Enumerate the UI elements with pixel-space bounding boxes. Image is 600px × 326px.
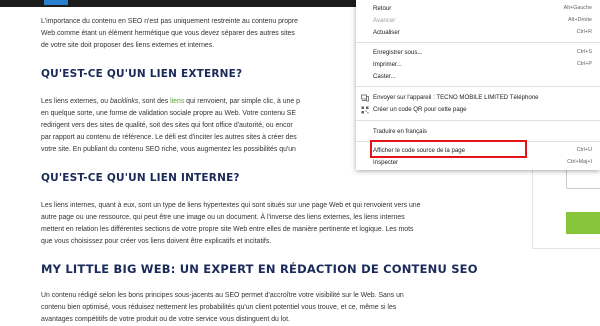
menu-item-shortcut: Ctrl+S xyxy=(576,49,592,55)
menu-separator xyxy=(356,42,600,43)
menu-item-label: Envoyer sur l'appareil : TECNO MOBILE LI… xyxy=(373,94,539,101)
menu-item-back[interactable]: Retour Alt+Gauche xyxy=(356,3,600,15)
menu-item-save-as[interactable]: Enregistrer sous... Ctrl+S xyxy=(356,47,600,59)
internal-line-3: mettent en relation les différentes sect… xyxy=(41,226,414,233)
internal-line-2: autre page ou une ressource, qui peut êt… xyxy=(41,214,405,221)
menu-item-shortcut: Alt+Gauche xyxy=(563,5,592,11)
menu-item-reload[interactable]: Actualiser Ctrl+R xyxy=(356,27,600,39)
menu-item-label: Créer un code QR pour cette page xyxy=(373,106,467,113)
menu-item-cast[interactable]: Caster... xyxy=(356,71,600,83)
sidebar-submit-button[interactable] xyxy=(566,212,600,234)
device-icon xyxy=(361,94,369,102)
menu-item-label: Caster... xyxy=(373,73,396,80)
expert-line-1: Un contenu rédigé selon les bons princip… xyxy=(41,292,404,299)
site-logo[interactable] xyxy=(44,0,68,5)
menu-item-label: Actualiser xyxy=(373,29,400,36)
menu-item-qr-code[interactable]: Créer un code QR pour cette page xyxy=(356,104,600,116)
menu-item-shortcut: Ctrl+Maj+I xyxy=(567,159,592,165)
menu-item-send-to-device[interactable]: Envoyer sur l'appareil : TECNO MOBILE LI… xyxy=(356,92,600,104)
expert-line-3: avantages compétitifs de votre produit o… xyxy=(41,316,290,323)
menu-item-shortcut: Ctrl+R xyxy=(576,29,592,35)
internal-line-4: que vous choisissez pour créer vos liens… xyxy=(41,238,272,245)
sidebar-divider xyxy=(532,248,600,249)
heading-internal-link: QU'EST-CE QU'UN LIEN INTERNE? xyxy=(41,172,240,184)
menu-item-shortcut: Ctrl+U xyxy=(576,147,592,153)
menu-item-shortcut: Ctrl+P xyxy=(576,61,592,67)
heading-expert: MY LITTLE BIG WEB: UN EXPERT EN RÉDACTIO… xyxy=(41,262,478,276)
menu-item-label: Imprimer... xyxy=(373,61,402,68)
heading-external-link: QU'EST-CE QU'UN LIEN EXTERNE? xyxy=(41,68,243,80)
view-source-highlight-box xyxy=(370,140,527,158)
menu-item-translate[interactable]: Traduire en français xyxy=(356,126,600,138)
menu-item-forward[interactable]: Avancer Alt+Droite xyxy=(356,15,600,27)
menu-separator xyxy=(356,86,600,87)
menu-item-inspect[interactable]: Inspecter Ctrl+Maj+I xyxy=(356,157,600,169)
menu-item-label: Enregistrer sous... xyxy=(373,49,423,56)
menu-item-print[interactable]: Imprimer... Ctrl+P xyxy=(356,59,600,71)
menu-item-label: Avancer xyxy=(373,17,396,24)
expert-line-2: contenu bien optimisé, vous réduisez net… xyxy=(41,304,397,311)
liens-link[interactable]: liens xyxy=(170,98,184,105)
menu-item-label: Retour xyxy=(373,5,392,12)
qr-code-icon xyxy=(361,106,369,114)
menu-item-label: Traduire en français xyxy=(373,128,427,135)
menu-separator xyxy=(356,120,600,121)
menu-item-shortcut: Alt+Droite xyxy=(568,17,592,23)
internal-line-1: Les liens internes, quant à eux, sont un… xyxy=(41,202,421,209)
menu-item-label: Inspecter xyxy=(373,159,399,166)
